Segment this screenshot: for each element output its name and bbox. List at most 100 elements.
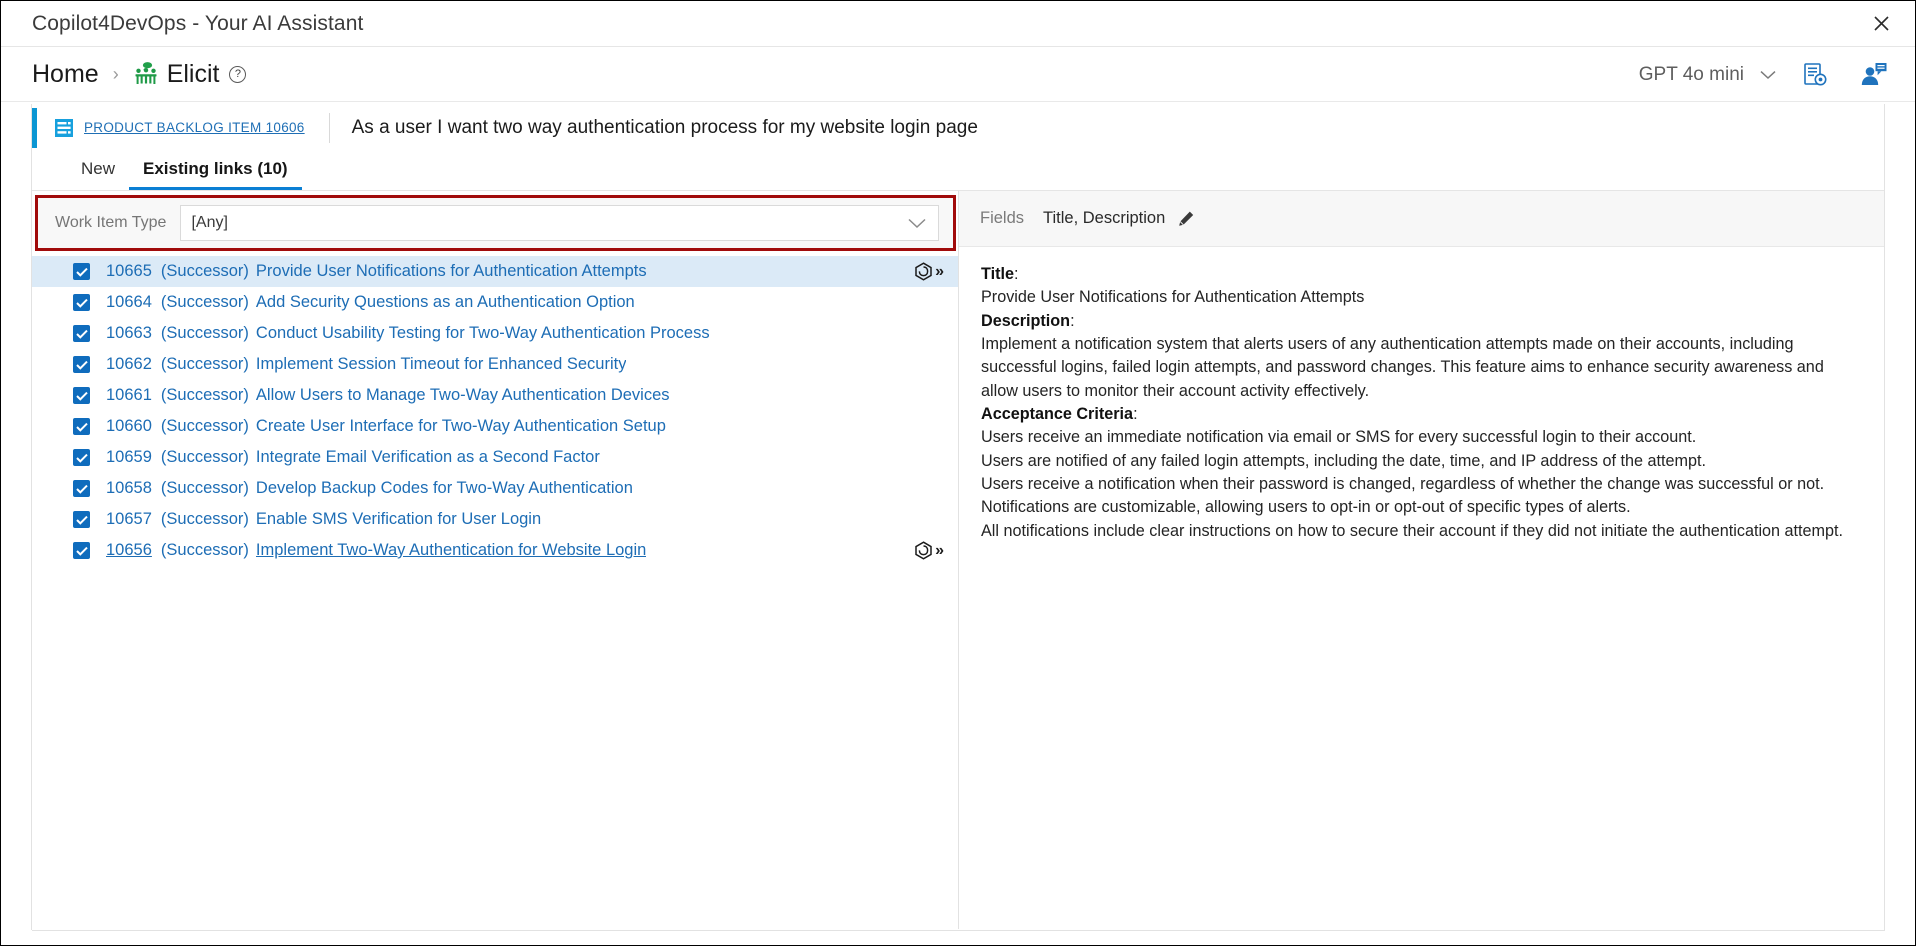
- row-checkbox[interactable]: [73, 356, 90, 373]
- row-work-item-title[interactable]: Create User Interface for Two-Way Authen…: [256, 417, 666, 436]
- checkmark-icon: [75, 360, 88, 370]
- work-item-accent-bar: [32, 107, 37, 148]
- fields-bar: Fields Title, Description: [959, 191, 1884, 247]
- row-work-item-id[interactable]: 10659: [106, 448, 152, 467]
- tab-existing-links[interactable]: Existing links (10): [129, 159, 302, 190]
- table-row[interactable]: 10657 (Successor) Enable SMS Verification …: [32, 504, 958, 535]
- chevron-double-right-icon[interactable]: »: [935, 263, 944, 280]
- row-work-item-id[interactable]: 10657: [106, 510, 152, 529]
- user-feedback-icon[interactable]: [1860, 62, 1887, 88]
- work-item-type-select[interactable]: [Any]: [180, 205, 939, 241]
- row-work-item-id[interactable]: 10665: [106, 262, 152, 281]
- chevron-down-icon[interactable]: [908, 218, 926, 229]
- details-pane: Fields Title, Description Title: Provide…: [959, 191, 1884, 929]
- row-checkbox[interactable]: [73, 511, 90, 528]
- row-relation-type: (Successor): [160, 355, 249, 373]
- work-item-header: PRODUCT BACKLOG ITEM 10606 As a user I w…: [32, 104, 1884, 151]
- detail-acceptance-heading: Acceptance Criteria:: [981, 404, 1138, 423]
- row-checkbox[interactable]: [73, 263, 90, 280]
- table-row[interactable]: 10658 (Successor) Develop Backup Codes for…: [32, 473, 958, 504]
- breadcrumb-item-home[interactable]: Home: [32, 60, 99, 89]
- checkmark-icon: [75, 546, 88, 556]
- breadcrumb: Home › Elicit ? GPT 4o mini: [1, 47, 1915, 102]
- row-checkbox[interactable]: [73, 542, 90, 559]
- detail-description-heading: Description:: [981, 311, 1075, 330]
- row-work-item-title[interactable]: Integrate Email Verification as a Second…: [256, 448, 600, 467]
- row-relation-type: (Successor): [160, 448, 249, 466]
- row-work-item-id[interactable]: 10661: [106, 386, 152, 405]
- chevron-double-right-icon[interactable]: »: [935, 542, 944, 559]
- acceptance-criteria-list: Users receive an immediate notification …: [981, 426, 1860, 543]
- breadcrumb-item-elicit[interactable]: Elicit: [167, 60, 220, 89]
- existing-links-list: 10665 (Successor) Provide User Notificatio…: [32, 251, 958, 566]
- help-icon[interactable]: ?: [229, 65, 247, 83]
- row-work-item-id[interactable]: 10658: [106, 479, 152, 498]
- row-checkbox[interactable]: [73, 294, 90, 311]
- details-content: Title: Provide User Notifications for Au…: [959, 247, 1884, 543]
- breadcrumb-separator-icon: ›: [112, 63, 119, 84]
- detail-description-text: Implement a notification system that ale…: [981, 334, 1824, 400]
- acceptance-criteria-item: Users are notified of any failed login a…: [981, 451, 1706, 470]
- work-item-title: As a user I want two way authentication …: [351, 116, 978, 138]
- acceptance-criteria-item: All notifications include clear instruct…: [981, 521, 1844, 540]
- close-icon[interactable]: [1861, 7, 1901, 39]
- acceptance-criteria-item: Users receive an immediate notification …: [981, 428, 1697, 447]
- table-row[interactable]: 10662 (Successor) Implement Session Timeou…: [32, 349, 958, 380]
- work-item-type-label: Work Item Type: [55, 214, 167, 231]
- window-title: Copilot4DevOps - Your AI Assistant: [32, 11, 364, 35]
- table-row[interactable]: 10659 (Successor) Integrate Email Verifica…: [32, 442, 958, 473]
- row-relation-type: (Successor): [160, 386, 249, 404]
- row-work-item-title[interactable]: Add Security Questions as an Authenticat…: [256, 293, 635, 312]
- title-bar: Copilot4DevOps - Your AI Assistant: [1, 1, 1915, 47]
- product-backlog-item-icon: [55, 118, 73, 137]
- row-relation-type: (Successor): [160, 510, 249, 528]
- row-actions: »: [914, 262, 944, 281]
- pencil-icon[interactable]: [1178, 210, 1195, 227]
- checkmark-icon: [75, 453, 88, 463]
- model-selector-label[interactable]: GPT 4o mini: [1639, 64, 1744, 86]
- checkmark-icon: [75, 515, 88, 525]
- cube-hex-icon[interactable]: [914, 541, 933, 560]
- row-checkbox[interactable]: [73, 449, 90, 466]
- table-row[interactable]: 10663 (Successor) Conduct Usability Testin…: [32, 318, 958, 349]
- checkmark-icon: [75, 391, 88, 401]
- row-work-item-id[interactable]: 10663: [106, 324, 152, 343]
- detail-title-value: Provide User Notifications for Authentic…: [981, 288, 1365, 307]
- row-relation-type: (Successor): [160, 324, 249, 342]
- work-item-type-filter: Work Item Type [Any]: [35, 195, 956, 251]
- row-work-item-title[interactable]: Develop Backup Codes for Two-Way Authent…: [256, 479, 633, 498]
- body-split: Work Item Type [Any] 10665 (Successor) Pro…: [32, 191, 1884, 929]
- table-row[interactable]: 10656 (Successor) Implement Two-Way Authen…: [32, 535, 958, 566]
- row-work-item-id[interactable]: 10662: [106, 355, 152, 374]
- chevron-down-icon[interactable]: [1760, 70, 1776, 80]
- table-row[interactable]: 10665 (Successor) Provide User Notificatio…: [32, 256, 958, 287]
- row-relation-type: (Successor): [160, 541, 249, 559]
- row-checkbox[interactable]: [73, 418, 90, 435]
- table-row[interactable]: 10661 (Successor) Allow Users to Manage Tw…: [32, 380, 958, 411]
- row-work-item-title[interactable]: Implement Session Timeout for Enhanced S…: [256, 355, 627, 374]
- row-work-item-title[interactable]: Enable SMS Verification for User Login: [256, 510, 541, 529]
- checkmark-icon: [75, 422, 88, 432]
- work-item-type-value: [Any]: [191, 214, 228, 231]
- row-work-item-title[interactable]: Conduct Usability Testing for Two-Way Au…: [256, 324, 710, 343]
- acceptance-criteria-item: Users receive a notification when their …: [981, 474, 1825, 493]
- row-work-item-title[interactable]: Allow Users to Manage Two-Way Authentica…: [256, 386, 670, 405]
- checkmark-icon: [75, 267, 88, 277]
- cube-hex-icon[interactable]: [914, 262, 933, 281]
- row-actions: »: [914, 541, 944, 560]
- row-checkbox[interactable]: [73, 325, 90, 342]
- row-work-item-title[interactable]: Implement Two-Way Authentication for Web…: [256, 541, 646, 560]
- tab-new[interactable]: New: [67, 159, 129, 190]
- row-work-item-id[interactable]: 10664: [106, 293, 152, 312]
- row-work-item-id[interactable]: 10656: [106, 541, 152, 560]
- row-work-item-title[interactable]: Provide User Notifications for Authentic…: [256, 262, 647, 281]
- row-checkbox[interactable]: [73, 387, 90, 404]
- work-item-id-link[interactable]: PRODUCT BACKLOG ITEM 10606: [84, 120, 305, 135]
- elicit-people-meeting-icon: [135, 62, 157, 84]
- row-checkbox[interactable]: [73, 480, 90, 497]
- document-settings-icon[interactable]: [1802, 62, 1828, 88]
- table-row[interactable]: 10664 (Successor) Add Security Questions a…: [32, 287, 958, 318]
- checkmark-icon: [75, 298, 88, 308]
- table-row[interactable]: 10660 (Successor) Create User Interface fo…: [32, 411, 958, 442]
- row-work-item-id[interactable]: 10660: [106, 417, 152, 436]
